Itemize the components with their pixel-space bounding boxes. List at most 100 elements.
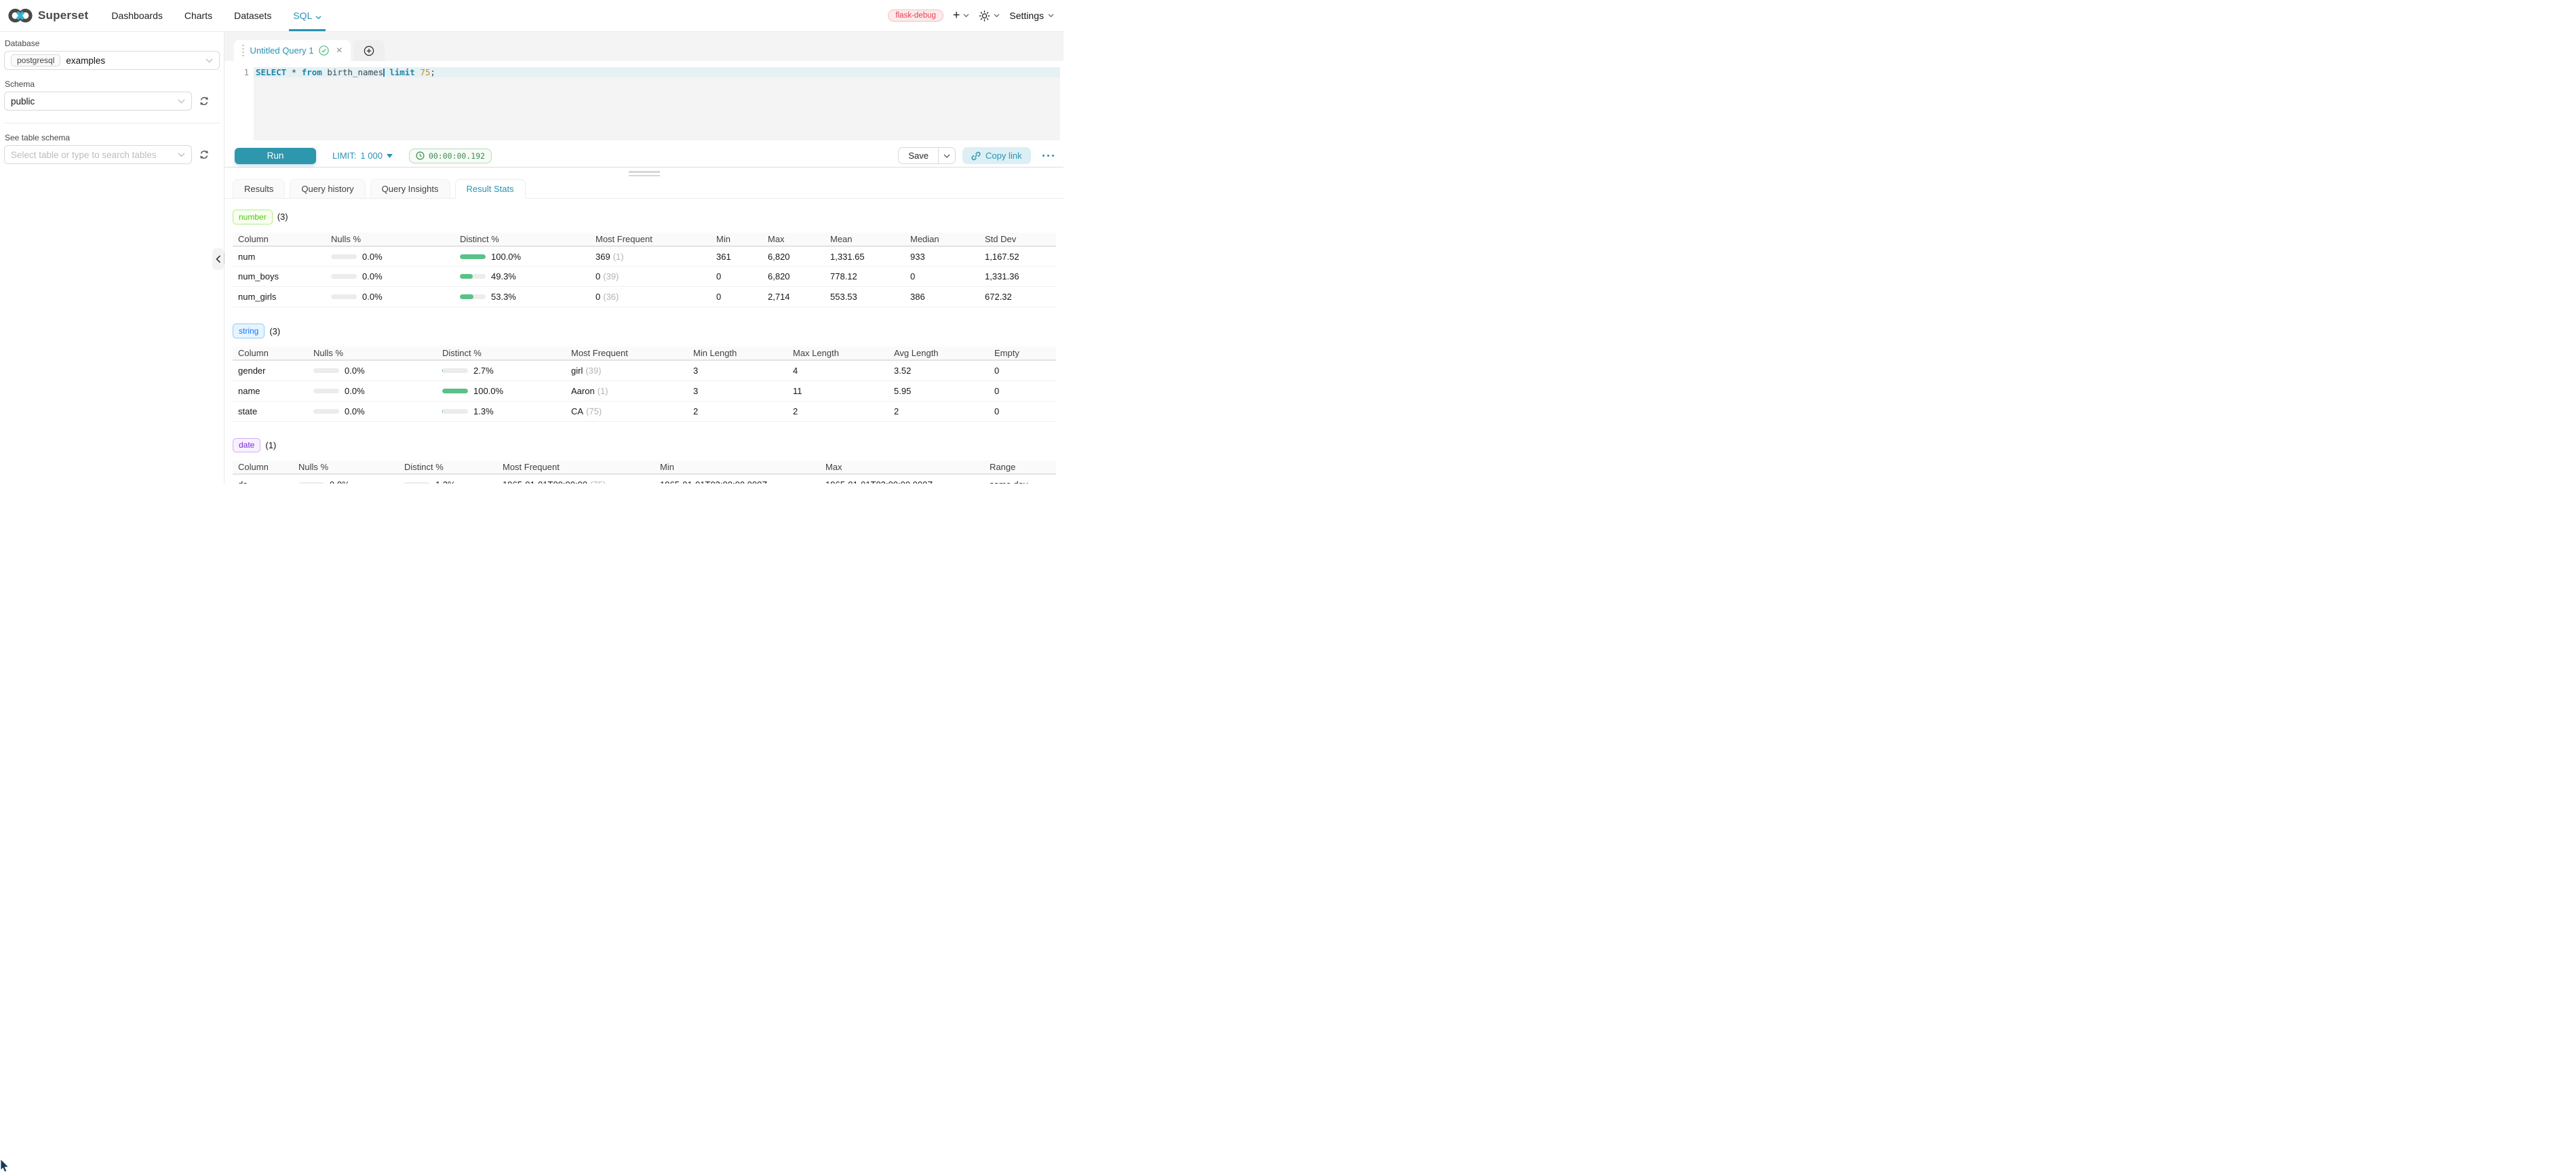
percentage-value: 0.0% <box>345 386 365 396</box>
limit-dropdown[interactable]: LIMIT: 1 000 <box>332 151 393 161</box>
stat-value-cell: 933 <box>905 246 979 267</box>
most-frequent-cell: 0(39) <box>590 267 711 287</box>
stat-value-cell: same day <box>984 474 1056 484</box>
most-frequent-count: (1) <box>598 386 608 396</box>
settings-menu[interactable]: Settings <box>1009 10 1054 21</box>
percentage-bar: 0.0% <box>313 406 431 416</box>
percentage-bar: 100.0% <box>460 252 585 262</box>
stat-value-cell: 3 <box>688 380 787 401</box>
mouse-cursor <box>0 1159 11 1172</box>
chevron-down-icon <box>1048 14 1054 18</box>
close-tab-icon[interactable]: × <box>336 45 342 56</box>
percentage-bar: 0.0% <box>298 480 393 484</box>
stat-value-cell: 672.32 <box>979 287 1056 307</box>
column-header: Distinct % <box>454 233 590 246</box>
stats-table-number: ColumnNulls %Distinct %Most FrequentMinM… <box>233 233 1056 308</box>
percentage-bar: 0.0% <box>313 386 431 396</box>
database-select[interactable]: postgresql examples <box>4 51 220 70</box>
sql-code-text[interactable]: SELECT * from birth_names limit 75; <box>254 67 1060 77</box>
nav-item-sql[interactable]: SQL <box>282 0 332 31</box>
bar-track <box>442 368 468 373</box>
stat-value-cell: 3.52 <box>889 360 989 380</box>
drag-handle-icon[interactable] <box>242 45 244 57</box>
percentage-value: 2.7% <box>473 366 494 376</box>
save-options-caret[interactable] <box>939 148 955 163</box>
column-header: Empty <box>989 347 1056 360</box>
bar-track <box>404 482 430 484</box>
most-frequent-count: (36) <box>603 292 619 302</box>
percentage-cell: 100.0% <box>437 380 566 401</box>
percentage-cell: 0.0% <box>308 360 437 380</box>
table-row: ds0.0%1.3%1965-01-01T00:00:00(75)1965-01… <box>233 474 1056 484</box>
stats-section-number: number(3)ColumnNulls %Distinct %Most Fre… <box>233 210 1057 307</box>
most-frequent-value: CA <box>571 406 583 416</box>
schema-select[interactable]: public <box>4 92 192 111</box>
most-frequent-count: (75) <box>586 406 602 416</box>
percentage-bar: 1.3% <box>404 480 492 484</box>
column-header: Max <box>820 461 984 474</box>
more-options-button[interactable] <box>1041 152 1056 160</box>
column-header: Median <box>905 233 979 246</box>
nav-item-charts[interactable]: Charts <box>174 0 223 31</box>
column-header: Most Frequent <box>566 347 688 360</box>
column-header: Min Length <box>688 347 787 360</box>
stat-value-cell: 2 <box>688 401 787 421</box>
superset-logo[interactable]: Superset <box>8 7 88 24</box>
bar-track <box>460 254 486 259</box>
most-frequent-count: (39) <box>603 271 619 281</box>
bar-track <box>313 389 339 393</box>
most-frequent-cell: 1965-01-01T00:00:00(75) <box>497 474 655 484</box>
percentage-bar: 49.3% <box>460 271 585 281</box>
nav-item-dashboards[interactable]: Dashboards <box>100 0 174 31</box>
bar-track <box>298 482 324 484</box>
bar-fill <box>460 254 486 259</box>
collapse-sidebar-handle[interactable] <box>212 248 224 270</box>
type-tag-date: date <box>233 438 260 453</box>
refresh-schemas-button[interactable] <box>199 96 210 106</box>
bar-track <box>460 294 486 299</box>
stat-value-cell: 3 <box>688 360 787 380</box>
nav-item-datasets[interactable]: Datasets <box>223 0 282 31</box>
percentage-cell: 0.0% <box>326 267 454 287</box>
tab-query-history[interactable]: Query history <box>290 179 365 198</box>
stat-value-cell: 5.95 <box>889 380 989 401</box>
column-header: Std Dev <box>979 233 1056 246</box>
add-query-tab-button[interactable] <box>353 40 385 61</box>
percentage-cell: 1.3% <box>399 474 497 484</box>
column-header: Avg Length <box>889 347 989 360</box>
column-header: Nulls % <box>293 461 399 474</box>
percentage-bar: 1.3% <box>442 406 560 416</box>
bar-fill <box>460 294 473 299</box>
save-button[interactable]: Save <box>899 148 939 163</box>
copy-link-button[interactable]: Copy link <box>962 147 1030 164</box>
stats-table-string: ColumnNulls %Distinct %Most FrequentMin … <box>233 347 1056 422</box>
section-tag-row: date(1) <box>233 438 1057 453</box>
refresh-tables-button[interactable] <box>199 149 210 160</box>
bar-fill <box>442 368 443 373</box>
stat-value-cell: 1,331.65 <box>825 246 905 267</box>
tab-results[interactable]: Results <box>233 179 285 198</box>
query-tab[interactable]: Untitled Query 1 × <box>234 40 351 61</box>
tab-result-stats[interactable]: Result Stats <box>455 179 526 199</box>
stat-value-cell: 1,167.52 <box>979 246 1056 267</box>
new-item-button[interactable]: + <box>953 10 970 21</box>
stat-value-cell: 4 <box>787 360 889 380</box>
stat-value-cell: 553.53 <box>825 287 905 307</box>
column-name-cell: gender <box>233 360 308 380</box>
stats-section-string: string(3)ColumnNulls %Distinct %Most Fre… <box>233 324 1057 421</box>
percentage-bar: 0.0% <box>313 366 431 376</box>
table-select[interactable]: Select table or type to search tables <box>4 145 192 164</box>
column-header: Column <box>233 347 308 360</box>
editor-empty-area[interactable] <box>254 77 1060 140</box>
percentage-cell: 0.0% <box>308 380 437 401</box>
pane-resize-handle[interactable] <box>225 168 1063 180</box>
sql-code-editor[interactable]: 1 SELECT * from birth_names limit 75; <box>232 61 1060 144</box>
run-button[interactable]: Run <box>235 148 316 164</box>
most-frequent-cell: Aaron(1) <box>566 380 688 401</box>
theme-toggle-button[interactable] <box>979 10 1000 22</box>
table-row: num_boys0.0%49.3%0(39)06,820778.1201,331… <box>233 267 1056 287</box>
column-name-cell: num_girls <box>233 287 326 307</box>
tab-query-insights[interactable]: Query Insights <box>370 179 450 198</box>
bar-fill <box>460 274 473 279</box>
most-frequent-cell: 369(1) <box>590 246 711 267</box>
